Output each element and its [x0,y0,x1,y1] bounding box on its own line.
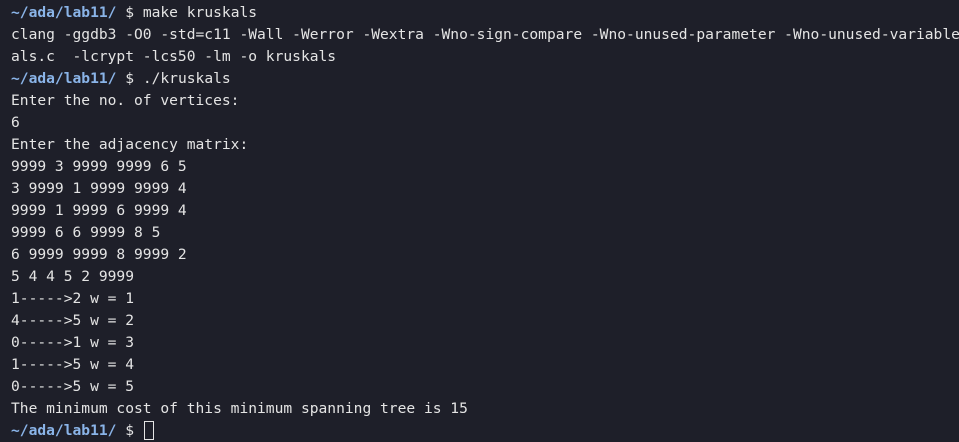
output-line: 0----->1 w = 3 [11,334,135,351]
prompt-line: ~/ada/lab11/ $ make kruskals [11,2,959,24]
output-line: Enter the no. of vertices: [11,92,240,109]
output-line: The minimum cost of this minimum spannin… [11,400,468,417]
output-line: 6 [11,114,20,131]
output-line: als.c -lcrypt -lcs50 -lm -o kruskals [11,48,337,65]
output-line: 4----->5 w = 2 [11,312,135,329]
output-line: 9999 1 9999 6 9999 4 [11,202,187,219]
output-line: 1----->2 w = 1 [11,290,135,307]
prompt-line[interactable]: ~/ada/lab11/ $ [11,420,959,442]
prompt-symbol: $ [125,422,135,439]
output-line: 3 9999 1 9999 9999 4 [11,180,187,197]
output-line: 1----->5 w = 4 [11,356,135,373]
output-line: 6 9999 9999 8 9999 2 [11,246,187,263]
output-line: Enter the adjacency matrix: [11,136,249,153]
text-cursor[interactable] [143,420,154,440]
command-text: ./kruskals [142,70,231,87]
prompt-symbol: $ [125,4,135,21]
output-line: clang -ggdb3 -O0 -std=c11 -Wall -Werror … [11,26,959,43]
prompt-path: ~/ada/lab11/ [11,4,117,21]
output-line: 0----->5 w = 5 [11,378,135,395]
prompt-path: ~/ada/lab11/ [11,422,117,439]
prompt-line: ~/ada/lab11/ $ ./kruskals [11,68,959,90]
prompt-path: ~/ada/lab11/ [11,70,117,87]
command-text: make kruskals [142,4,258,21]
output-line: 9999 6 6 9999 8 5 [11,224,161,241]
prompt-symbol: $ [125,70,135,87]
output-line: 5 4 4 5 2 9999 [11,268,135,285]
terminal-window[interactable]: ~/ada/lab11/ $ make kruskals clang -ggdb3… [0,0,959,442]
output-line: 9999 3 9999 9999 6 5 [11,158,187,175]
